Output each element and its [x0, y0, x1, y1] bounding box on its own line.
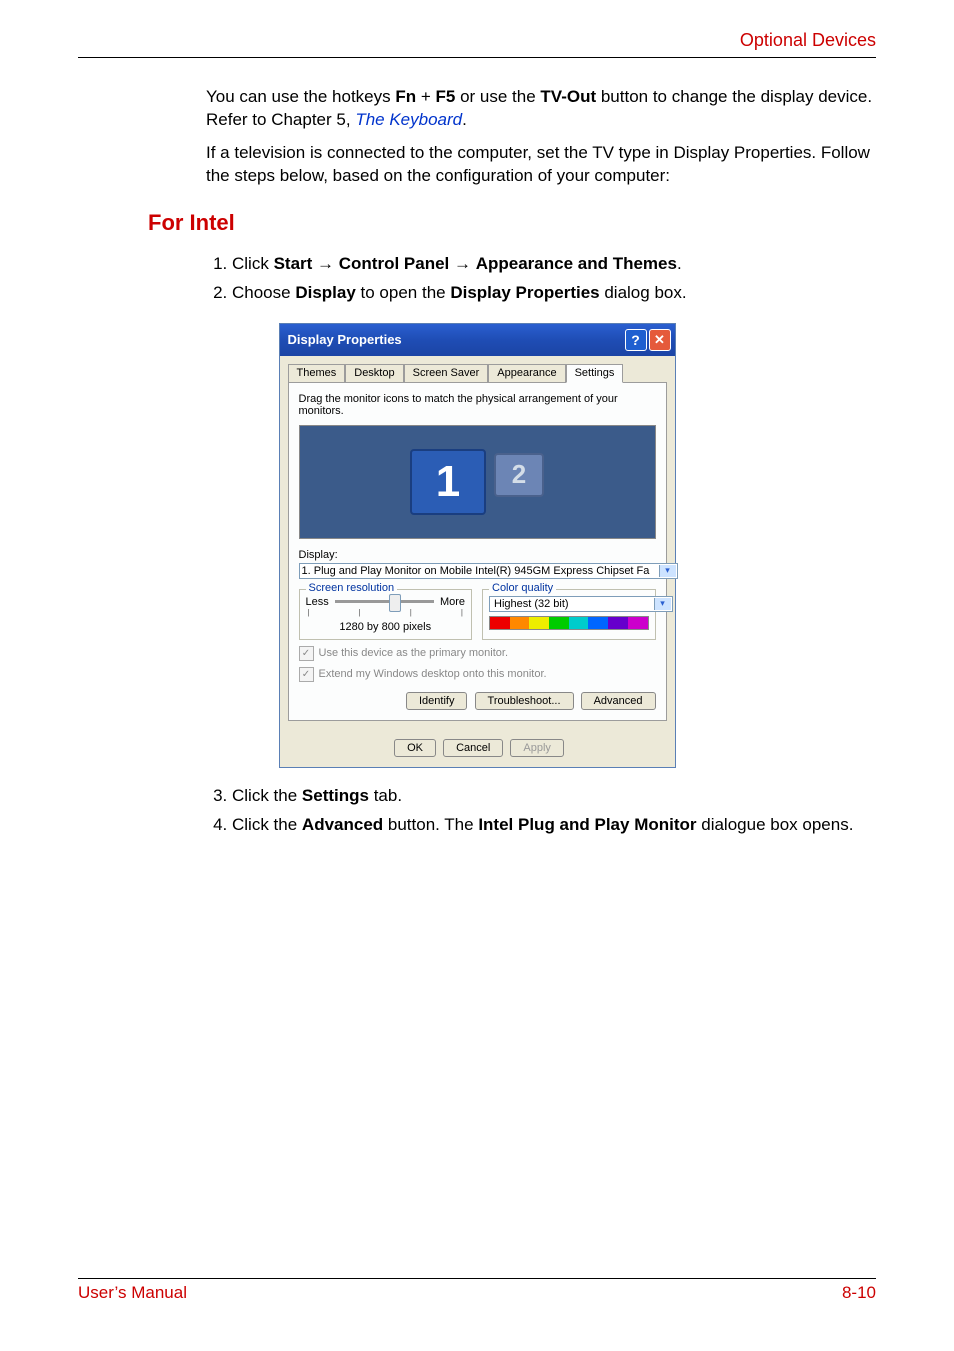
primary-monitor-label: Use this device as the primary monitor.: [319, 647, 509, 659]
help-icon: ?: [631, 332, 640, 348]
color-quality-dropdown[interactable]: Highest (32 bit) ▾: [489, 596, 673, 612]
tab-settings[interactable]: Settings: [566, 364, 624, 383]
step-2: Choose Display to open the Display Prope…: [232, 282, 876, 305]
troubleshoot-button[interactable]: Troubleshoot...: [475, 692, 574, 710]
step-3: Click the Settings tab.: [232, 785, 876, 808]
section-heading-for-intel: For Intel: [148, 210, 876, 236]
control-panel-label: Control Panel: [339, 254, 450, 273]
text: +: [416, 87, 435, 106]
tab-appearance[interactable]: Appearance: [488, 364, 565, 383]
extend-desktop-checkbox-row: ✓ Extend my Windows desktop onto this mo…: [299, 667, 656, 682]
text: to open the: [356, 283, 451, 302]
close-button[interactable]: ✕: [649, 329, 671, 351]
steps-list-top: Click Start → Control Panel → Appearance…: [206, 253, 876, 305]
arrow-icon: →: [449, 254, 475, 273]
hotkey-f5: F5: [436, 87, 456, 106]
tab-strip: Themes Desktop Screen Saver Appearance S…: [280, 356, 675, 383]
hotkey-fn: Fn: [395, 87, 416, 106]
settings-tab-panel: Drag the monitor icons to match the phys…: [288, 382, 667, 721]
text: tab.: [369, 786, 402, 805]
display-properties-label: Display Properties: [450, 283, 599, 302]
display-label: Display: [295, 283, 355, 302]
footer-left: User’s Manual: [78, 1283, 187, 1303]
tv-out-label: TV-Out: [540, 87, 596, 106]
display-dropdown-value: 1. Plug and Play Monitor on Mobile Intel…: [302, 565, 650, 577]
drag-instruction-text: Drag the monitor icons to match the phys…: [299, 393, 656, 417]
screen-resolution-group: Screen resolution Less More |||| 1280 by…: [299, 589, 473, 640]
footer-rule: [78, 1278, 876, 1279]
text: Click the: [232, 815, 302, 834]
screen-resolution-legend: Screen resolution: [306, 582, 398, 594]
help-button[interactable]: ?: [625, 329, 647, 351]
text: Choose: [232, 283, 295, 302]
apply-button[interactable]: Apply: [510, 739, 564, 757]
tab-screen-saver[interactable]: Screen Saver: [404, 364, 489, 383]
more-label: More: [440, 596, 465, 608]
arrow-icon: →: [312, 254, 338, 273]
cancel-button[interactable]: Cancel: [443, 739, 503, 757]
step-1: Click Start → Control Panel → Appearance…: [232, 253, 876, 276]
text: Click: [232, 254, 274, 273]
text: dialogue box opens.: [697, 815, 854, 834]
header-rule: [78, 57, 876, 58]
advanced-label: Advanced: [302, 815, 383, 834]
text: Click the: [232, 786, 302, 805]
dialog-titlebar[interactable]: Display Properties ? ✕: [280, 324, 675, 356]
text: dialog box.: [600, 283, 687, 302]
steps-list-bottom: Click the Settings tab. Click the Advanc…: [206, 785, 876, 837]
header-section-title: Optional Devices: [78, 30, 876, 57]
close-icon: ✕: [654, 332, 665, 348]
display-properties-dialog: Display Properties ? ✕ Themes Desktop Sc…: [279, 323, 676, 768]
advanced-button[interactable]: Advanced: [581, 692, 656, 710]
extend-desktop-label: Extend my Windows desktop onto this moni…: [319, 668, 547, 680]
color-quality-value: Highest (32 bit): [494, 598, 569, 610]
text: .: [677, 254, 682, 273]
display-dropdown[interactable]: 1. Plug and Play Monitor on Mobile Intel…: [299, 563, 678, 579]
slider-thumb[interactable]: [389, 594, 401, 612]
text: .: [462, 110, 467, 129]
color-quality-group: Color quality Highest (32 bit) ▾: [482, 589, 656, 640]
appearance-themes-label: Appearance and Themes: [476, 254, 677, 273]
display-dropdown-label: Display:: [299, 549, 656, 561]
text: You can use the hotkeys: [206, 87, 395, 106]
primary-monitor-checkbox: ✓: [299, 646, 314, 661]
primary-monitor-checkbox-row: ✓ Use this device as the primary monitor…: [299, 646, 656, 661]
monitor-arrangement-area[interactable]: 1 2: [299, 425, 656, 539]
identify-button[interactable]: Identify: [406, 692, 467, 710]
color-quality-legend: Color quality: [489, 582, 556, 594]
intro-paragraph-1: You can use the hotkeys Fn + F5 or use t…: [206, 86, 876, 132]
step-4: Click the Advanced button. The Intel Plu…: [232, 814, 876, 837]
start-label: Start: [274, 254, 313, 273]
dialog-title: Display Properties: [288, 332, 402, 347]
tab-themes[interactable]: Themes: [288, 364, 346, 383]
text: button. The: [383, 815, 478, 834]
resolution-slider[interactable]: [335, 600, 434, 603]
text: or use the: [455, 87, 540, 106]
page-footer: User’s Manual 8-10: [78, 1278, 876, 1303]
chevron-down-icon: ▾: [654, 598, 671, 610]
resolution-value: 1280 by 800 pixels: [306, 621, 466, 633]
footer-right: 8-10: [842, 1283, 876, 1303]
intro-paragraph-2: If a television is connected to the comp…: [206, 142, 876, 188]
color-spectrum-bar: [489, 616, 649, 630]
chevron-down-icon: ▾: [659, 565, 676, 577]
monitor-2-icon[interactable]: 2: [494, 453, 544, 497]
intel-monitor-label: Intel Plug and Play Monitor: [478, 815, 696, 834]
settings-label: Settings: [302, 786, 369, 805]
extend-desktop-checkbox: ✓: [299, 667, 314, 682]
less-label: Less: [306, 596, 329, 608]
ok-button[interactable]: OK: [394, 739, 436, 757]
monitor-1-icon[interactable]: 1: [410, 449, 486, 515]
keyboard-link[interactable]: The Keyboard: [355, 110, 462, 129]
tab-desktop[interactable]: Desktop: [345, 364, 403, 383]
